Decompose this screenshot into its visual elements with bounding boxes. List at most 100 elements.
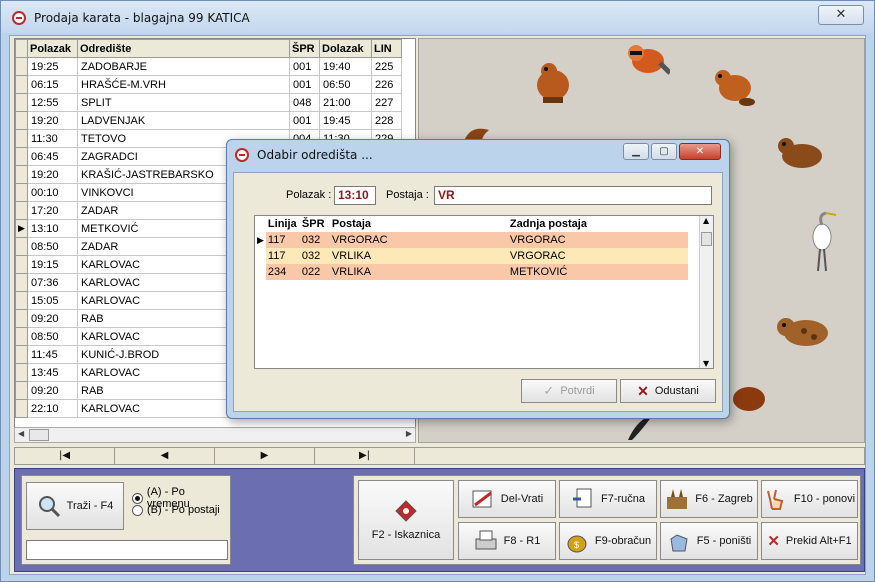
f6-zagreb-button[interactable]: F6 - Zagreb: [660, 480, 758, 518]
search-button[interactable]: Traži - F4: [26, 482, 124, 530]
cell-polazak[interactable]: 11:30: [27, 129, 78, 148]
cell-polazak[interactable]: 12:55: [27, 93, 78, 112]
close-button[interactable]: ✕: [818, 5, 864, 25]
row-indicator[interactable]: [15, 93, 28, 112]
grid-horizontal-scrollbar[interactable]: ◀ ▶: [14, 427, 416, 443]
nav-first-button[interactable]: |◀: [15, 448, 115, 464]
cell-polazak[interactable]: 13:10: [27, 219, 78, 238]
cell-spr[interactable]: 001: [289, 75, 320, 94]
row-indicator[interactable]: [15, 183, 28, 202]
row-indicator[interactable]: [15, 255, 28, 274]
cell-spr[interactable]: 032: [300, 248, 330, 264]
nav-last-button[interactable]: ▶|: [315, 448, 415, 464]
exit-button[interactable]: ✕ Prekid Alt+F1: [761, 522, 858, 560]
cell-spr[interactable]: 048: [289, 93, 320, 112]
iskaznica-button[interactable]: F2 - Iskaznica: [358, 480, 454, 560]
cell-linija[interactable]: 117: [266, 248, 300, 264]
cell-polazak[interactable]: 08:50: [27, 237, 78, 256]
cell-polazak[interactable]: 06:45: [27, 147, 78, 166]
scroll-right-icon[interactable]: ▶: [406, 429, 412, 438]
col-header-polazak[interactable]: Polazak: [27, 39, 78, 58]
cell-zadnja[interactable]: METKOVIĆ: [508, 264, 688, 280]
col-header-lin[interactable]: LIN: [371, 39, 402, 58]
cell-lin[interactable]: 225: [371, 57, 402, 76]
cell-lin[interactable]: 226: [371, 75, 402, 94]
dialog-close-button[interactable]: ✕: [679, 143, 721, 160]
cell-dolazak[interactable]: 19:40: [319, 57, 372, 76]
cell-polazak[interactable]: 17:20: [27, 201, 78, 220]
cell-odrediste[interactable]: ZADOBARJE: [77, 57, 290, 76]
cell-polazak[interactable]: 08:50: [27, 327, 78, 346]
del-vrati-button[interactable]: Del-Vrati: [458, 480, 556, 518]
col-header-spr[interactable]: ŠPR: [289, 39, 320, 58]
row-indicator[interactable]: [15, 345, 28, 364]
cell-linija[interactable]: 117: [266, 232, 300, 248]
row-indicator[interactable]: ▶: [15, 219, 28, 238]
cell-spr[interactable]: 001: [289, 111, 320, 130]
cell-polazak[interactable]: 00:10: [27, 183, 78, 202]
cancel-button[interactable]: ✕ Odustani: [620, 379, 716, 403]
minimize-button[interactable]: ▁: [623, 143, 649, 160]
cell-polazak[interactable]: 07:36: [27, 273, 78, 292]
row-indicator[interactable]: [15, 273, 28, 292]
row-indicator[interactable]: [15, 363, 28, 382]
list-item[interactable]: 234 022 VRLIKA METKOVIĆ: [255, 264, 688, 280]
cell-dolazak[interactable]: 06:50: [319, 75, 372, 94]
row-indicator[interactable]: [15, 165, 28, 184]
cell-lin[interactable]: 228: [371, 111, 402, 130]
maximize-button[interactable]: ▢: [651, 143, 677, 160]
cell-polazak[interactable]: 19:25: [27, 57, 78, 76]
cell-odrediste[interactable]: LADVENJAK: [77, 111, 290, 130]
cell-polazak[interactable]: 11:45: [27, 345, 78, 364]
cell-odrediste[interactable]: SPLIT: [77, 93, 290, 112]
table-row[interactable]: 19:20 LADVENJAK 001 19:45 228: [15, 111, 402, 130]
cell-spr[interactable]: 022: [300, 264, 330, 280]
cell-polazak[interactable]: 13:45: [27, 363, 78, 382]
station-list[interactable]: Linija ŠPR Postaja Zadnja postaja ▶ 117 03…: [254, 215, 714, 369]
cell-postaja[interactable]: VRGORAC: [330, 232, 508, 248]
nav-next-button[interactable]: ▶: [215, 448, 315, 464]
cell-polazak[interactable]: 19:15: [27, 255, 78, 274]
list-item[interactable]: 117 032 VRLIKA VRGORAC: [255, 248, 688, 264]
cell-postaja[interactable]: VRLIKA: [330, 264, 508, 280]
search-input[interactable]: [26, 540, 228, 560]
cell-dolazak[interactable]: 21:00: [319, 93, 372, 112]
scroll-left-icon[interactable]: ◀: [18, 429, 24, 438]
cell-polazak[interactable]: 15:05: [27, 291, 78, 310]
postaja-input[interactable]: VR: [434, 186, 712, 205]
cell-postaja[interactable]: VRLIKA: [330, 248, 508, 264]
cell-polazak[interactable]: 09:20: [27, 309, 78, 328]
radio-dot-time[interactable]: [132, 492, 143, 504]
cell-spr[interactable]: 001: [289, 57, 320, 76]
list-item[interactable]: ▶ 117 032 VRGORAC VRGORAC: [255, 232, 688, 248]
cell-polazak[interactable]: 19:20: [27, 111, 78, 130]
row-indicator[interactable]: [15, 309, 28, 328]
f7-manual-button[interactable]: F7-ručna: [559, 480, 657, 518]
row-indicator[interactable]: [15, 75, 28, 94]
f5-cancel-button[interactable]: F5 - poništi: [660, 522, 758, 560]
scroll-up-icon[interactable]: ▲: [703, 216, 709, 225]
list-vertical-scrollbar[interactable]: ▲ ▼: [699, 216, 713, 368]
row-indicator[interactable]: [15, 201, 28, 220]
col-header-dolazak[interactable]: Dolazak: [319, 39, 372, 58]
cell-polazak[interactable]: 09:20: [27, 381, 78, 400]
row-indicator[interactable]: [15, 57, 28, 76]
row-indicator[interactable]: [15, 111, 28, 130]
cell-polazak[interactable]: 06:15: [27, 75, 78, 94]
cell-odrediste[interactable]: HRAŠĆE-M.VRH: [77, 75, 290, 94]
row-indicator[interactable]: [15, 291, 28, 310]
cell-polazak[interactable]: 19:20: [27, 165, 78, 184]
polazak-field[interactable]: 13:10: [334, 186, 376, 205]
radio-dot-station[interactable]: [132, 504, 143, 516]
scroll-down-icon[interactable]: ▼: [703, 359, 709, 368]
nav-prev-button[interactable]: ◀: [115, 448, 215, 464]
cell-linija[interactable]: 234: [266, 264, 300, 280]
cell-spr[interactable]: 032: [300, 232, 330, 248]
radio-by-station[interactable]: (B) - Po postaji: [132, 504, 220, 516]
f10-repeat-button[interactable]: F10 - ponovi: [761, 480, 858, 518]
row-indicator[interactable]: [15, 399, 28, 418]
row-indicator[interactable]: [15, 147, 28, 166]
row-indicator[interactable]: [15, 381, 28, 400]
scroll-thumb[interactable]: [29, 429, 49, 441]
cell-zadnja[interactable]: VRGORAC: [508, 232, 688, 248]
